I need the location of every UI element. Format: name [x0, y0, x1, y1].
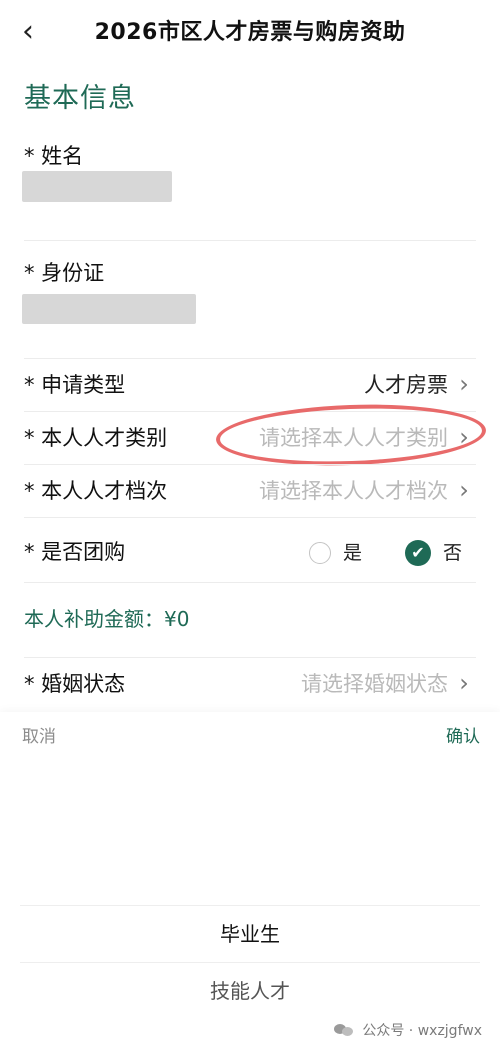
picker-option[interactable]: 毕业生 — [0, 906, 500, 962]
picker-option[interactable]: 技能人才 — [0, 963, 500, 1019]
radio-unchecked-icon — [309, 542, 331, 564]
divider — [24, 517, 476, 518]
picker-confirm-button[interactable]: 确认 — [446, 724, 480, 750]
header-bar: ‹ 2026市区人才房票与购房资助 — [0, 0, 500, 66]
chevron-right-icon: › — [459, 423, 469, 451]
picker-cancel-button[interactable]: 取消 — [22, 724, 56, 750]
divider — [24, 240, 476, 241]
id-card-label: * 身份证 — [24, 261, 105, 285]
chevron-right-icon: › — [459, 370, 469, 398]
section-title: 基本信息 — [24, 83, 136, 114]
chevron-right-icon: › — [459, 669, 469, 697]
apply-type-value: 人才房票 — [364, 373, 448, 397]
picker-sheet: 取消 确认 毕业生 技能人才 — [0, 712, 500, 1051]
marital-status-row[interactable]: * 婚姻状态 请选择婚姻状态 › — [0, 658, 500, 710]
talent-category-row[interactable]: * 本人人才类别 请选择本人人才类别 › — [0, 412, 500, 464]
group-buy-label: * 是否团购 — [24, 540, 126, 564]
id-card-redacted-value[interactable] — [22, 294, 196, 324]
watermark: 公众号 · wxzjgfwx — [334, 1019, 482, 1041]
group-buy-yes-radio[interactable]: 是 — [309, 537, 362, 569]
divider — [24, 582, 476, 583]
group-buy-yes-label: 是 — [343, 542, 363, 564]
back-chevron-icon[interactable]: ‹ — [14, 14, 42, 50]
talent-level-row[interactable]: * 本人人才档次 请选择本人人才档次 › — [0, 465, 500, 517]
apply-type-label: * 申请类型 — [24, 373, 126, 397]
wechat-icon — [334, 1022, 356, 1038]
talent-category-label: * 本人人才类别 — [24, 426, 168, 450]
group-buy-no-radio[interactable]: ✔ 否 — [405, 537, 462, 569]
talent-category-placeholder: 请选择本人人才类别 — [259, 426, 448, 450]
marital-status-label: * 婚姻状态 — [24, 672, 126, 696]
talent-level-placeholder: 请选择本人人才档次 — [259, 479, 448, 503]
talent-level-label: * 本人人才档次 — [24, 479, 168, 503]
marital-status-placeholder: 请选择婚姻状态 — [301, 672, 448, 696]
chevron-right-icon: › — [459, 476, 469, 504]
name-redacted-value[interactable] — [22, 171, 172, 202]
watermark-text: 公众号 · wxzjgfwx — [362, 1023, 482, 1039]
page-title: 2026市区人才房票与购房资助 — [94, 20, 406, 45]
group-buy-no-label: 否 — [443, 542, 463, 564]
subsidy-amount: 本人补助金额：¥0 — [24, 607, 190, 631]
name-label: * 姓名 — [24, 144, 84, 168]
apply-type-row[interactable]: * 申请类型 人才房票 › — [0, 359, 500, 411]
check-circle-icon: ✔ — [405, 540, 431, 566]
